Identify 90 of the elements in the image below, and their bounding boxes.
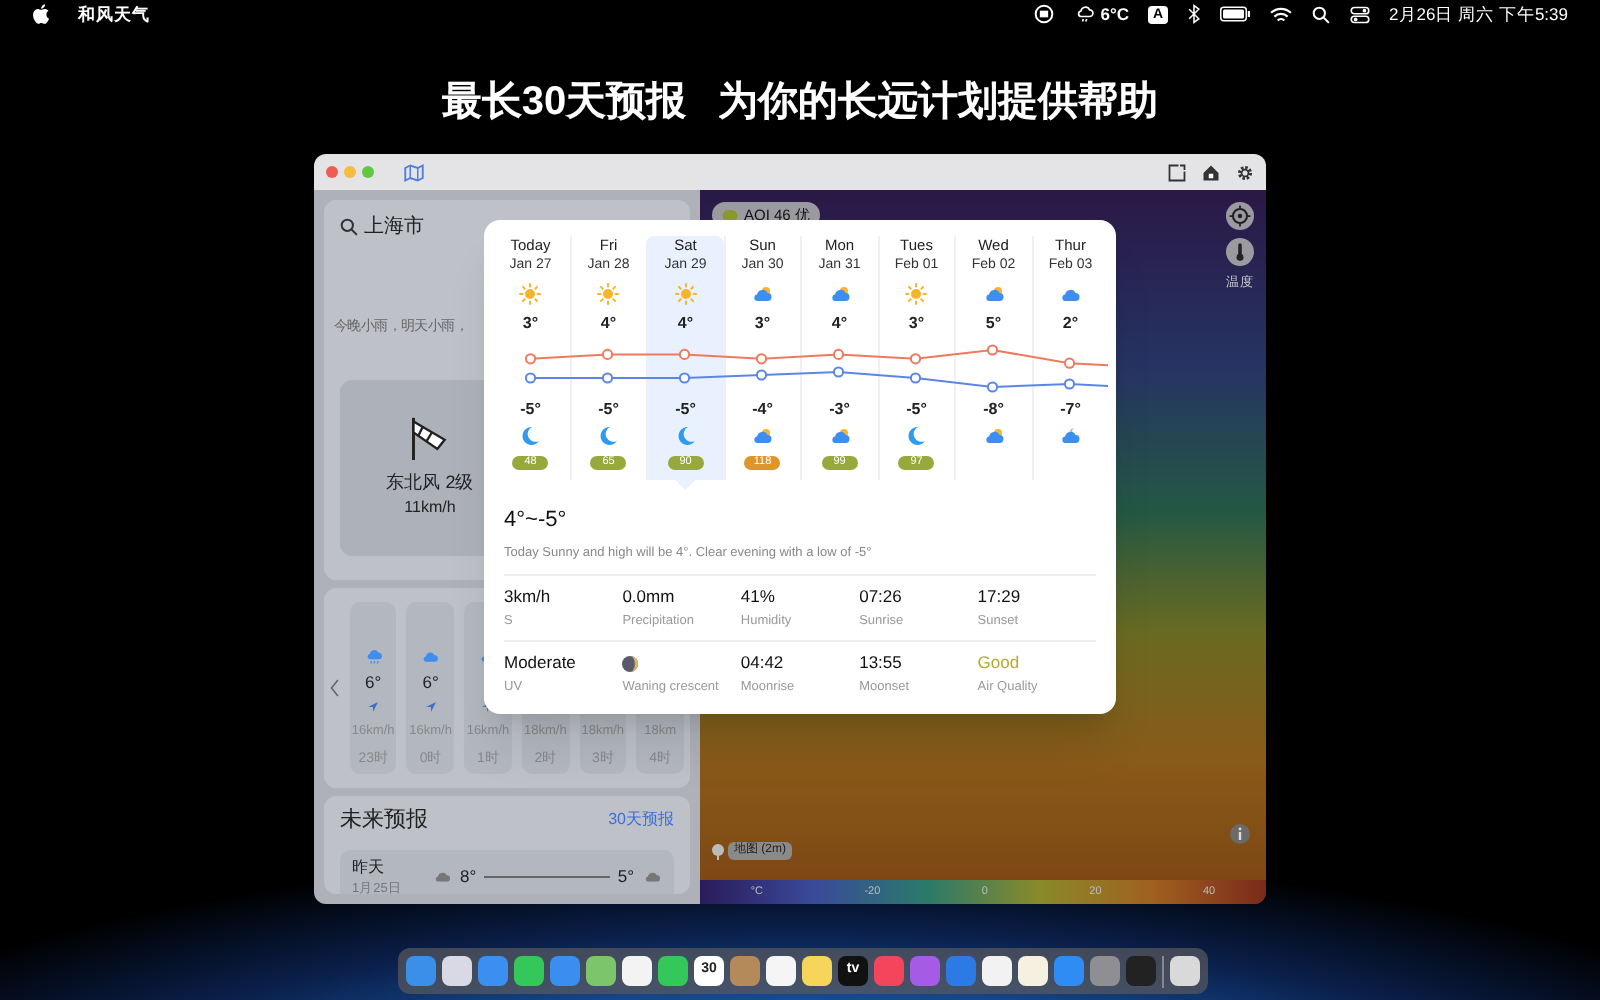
map-icon[interactable] bbox=[404, 163, 424, 181]
sun-cloud-icon bbox=[750, 282, 775, 306]
stat-value: Moderate bbox=[504, 650, 578, 676]
status-icon[interactable] bbox=[1034, 4, 1055, 24]
rain-cloud-icon bbox=[363, 646, 384, 666]
rain-cloud-icon bbox=[1074, 4, 1097, 24]
temperature-range: 4°~-5° bbox=[504, 506, 569, 536]
high-temperature: 3° bbox=[754, 312, 771, 334]
sun-icon bbox=[518, 282, 543, 306]
cloud-icon bbox=[432, 868, 452, 885]
wind-direction-icon bbox=[368, 702, 379, 712]
info-icon[interactable] bbox=[1230, 824, 1250, 844]
thermometer-icon[interactable] bbox=[1226, 238, 1254, 266]
moon-cloud-icon bbox=[1058, 424, 1083, 448]
dock-app-icon[interactable] bbox=[658, 956, 688, 986]
low-temperature: -5° bbox=[598, 398, 619, 420]
wind-direction-icon bbox=[425, 702, 436, 712]
sun-cloud-icon bbox=[750, 424, 775, 448]
search-icon[interactable] bbox=[1311, 5, 1330, 23]
sun-icon bbox=[596, 282, 621, 306]
high-temperature: 5° bbox=[985, 312, 1002, 334]
low-temperature: -8° bbox=[983, 398, 1004, 420]
moon-icon bbox=[518, 424, 543, 448]
wind-direction: 东北风 2级 bbox=[386, 469, 474, 496]
dock-app-icon[interactable] bbox=[442, 956, 472, 986]
moon-phase-icon bbox=[622, 655, 639, 671]
dock-app-icon[interactable] bbox=[982, 956, 1012, 986]
menu-bar-clock[interactable]: 2月26日 周六 下午5:39 bbox=[1389, 1, 1568, 27]
windsock-icon bbox=[408, 413, 452, 462]
home-icon[interactable] bbox=[1202, 163, 1220, 181]
settings-icon[interactable] bbox=[1236, 163, 1254, 181]
section-title: 未来预报 bbox=[340, 806, 428, 836]
sun-cloud-icon bbox=[981, 282, 1006, 306]
forecast-low: 5° bbox=[617, 864, 634, 890]
sun-cloud-icon bbox=[827, 424, 852, 448]
window-icon[interactable] bbox=[1168, 163, 1186, 181]
stat-value: 07:26 bbox=[859, 584, 904, 611]
stat-value: 17:29 bbox=[977, 584, 1023, 611]
low-temperature: -4° bbox=[752, 398, 773, 420]
apple-logo-icon bbox=[32, 4, 50, 24]
search-icon[interactable] bbox=[340, 218, 358, 236]
headline-text: 最长30天预报 bbox=[441, 78, 687, 128]
stat-value: 04:42 bbox=[740, 650, 786, 676]
low-temperature: -3° bbox=[829, 398, 850, 420]
app-menu-title[interactable]: 和风天气 bbox=[78, 1, 150, 27]
forecast-high: 8° bbox=[460, 864, 477, 890]
low-temperature: -5° bbox=[675, 398, 696, 420]
wind-speed: 11km/h bbox=[404, 496, 456, 521]
battery-icon[interactable] bbox=[1219, 6, 1250, 22]
wifi-icon[interactable] bbox=[1269, 5, 1292, 23]
locate-icon[interactable] bbox=[1226, 202, 1254, 230]
sun-icon bbox=[904, 282, 929, 306]
stat-value: 3km/h bbox=[504, 584, 553, 611]
high-temperature: 3° bbox=[908, 312, 925, 334]
dock-app-icon[interactable] bbox=[802, 956, 832, 986]
high-temperature: 4° bbox=[831, 312, 848, 334]
sun-cloud-icon bbox=[981, 424, 1006, 448]
stat-value: Good bbox=[977, 650, 1022, 676]
dock-app-icon[interactable] bbox=[1170, 956, 1200, 986]
city-name[interactable]: 上海市 bbox=[364, 212, 424, 242]
stat-value: 13:55 bbox=[859, 650, 904, 676]
stat-value: 41% bbox=[740, 584, 777, 611]
cloud-icon bbox=[642, 868, 662, 885]
low-temperature: -7° bbox=[1060, 398, 1081, 420]
moon-icon bbox=[673, 424, 698, 448]
sun-cloud-icon bbox=[827, 282, 852, 306]
dock-app-icon[interactable] bbox=[586, 956, 616, 986]
dock-app-icon[interactable] bbox=[514, 956, 544, 986]
moon-icon bbox=[596, 424, 621, 448]
stat-value: 0.0mm bbox=[622, 584, 677, 611]
low-temperature: -5° bbox=[520, 398, 541, 420]
low-temperature: -5° bbox=[906, 398, 927, 420]
map-pin-icon bbox=[712, 843, 724, 859]
chevron-left-icon[interactable] bbox=[330, 678, 340, 698]
dock-app-icon[interactable] bbox=[622, 956, 652, 986]
high-temperature: 2° bbox=[1062, 312, 1079, 334]
sun-icon bbox=[673, 282, 698, 306]
high-temperature: 4° bbox=[677, 312, 694, 334]
dock-app-icon[interactable] bbox=[766, 956, 796, 986]
forecast-day: 昨天 bbox=[352, 855, 424, 879]
high-temperature: 3° bbox=[522, 312, 539, 334]
moon-icon bbox=[904, 424, 929, 448]
high-temperature: 4° bbox=[600, 312, 617, 334]
dock-app-icon[interactable] bbox=[1018, 956, 1048, 986]
control-center-icon[interactable] bbox=[1349, 5, 1370, 23]
headline-text: 为你的长远计划提供帮助 bbox=[718, 78, 1159, 128]
bluetooth-icon[interactable] bbox=[1187, 4, 1200, 24]
hour-temperature: 6° bbox=[365, 670, 382, 696]
weather-reading[interactable]: 6°C bbox=[1100, 1, 1129, 27]
hour-temperature: 6° bbox=[422, 670, 439, 696]
